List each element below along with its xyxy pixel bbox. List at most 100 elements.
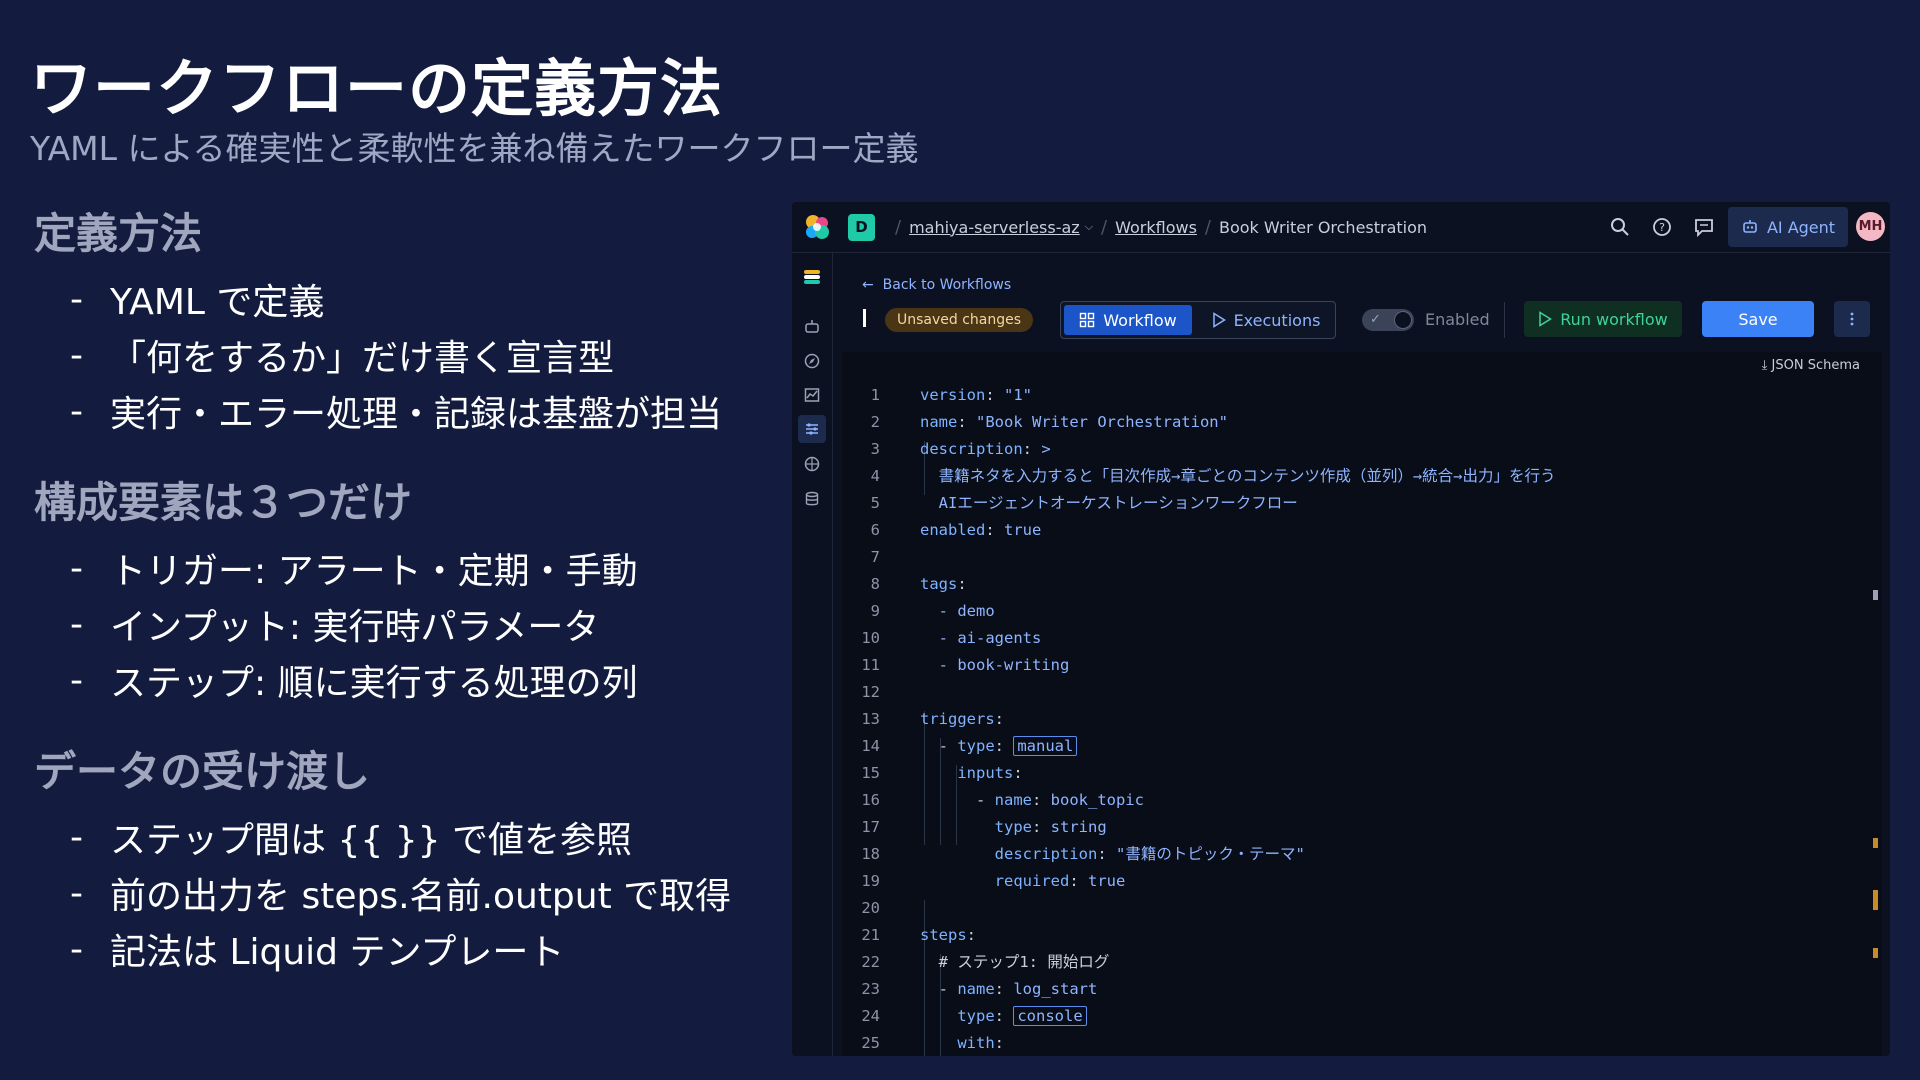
- tab-executions[interactable]: Executions: [1201, 305, 1331, 335]
- svg-text:?: ?: [1659, 221, 1665, 234]
- workflow-editor-window: D / mahiya-serverless-az ⌵ / Workflows /…: [792, 202, 1890, 1056]
- code-line[interactable]: 14 - type: manual: [842, 733, 1852, 760]
- line-number: 5: [870, 494, 880, 512]
- bullet-item: - トリガー: アラート・定期・手動: [34, 540, 774, 596]
- section-heading: データの受け渡し: [34, 747, 371, 796]
- arrow-left-icon: ←: [862, 277, 874, 293]
- code-line[interactable]: 15 inputs:: [842, 760, 1852, 787]
- user-avatar[interactable]: MH: [1856, 212, 1885, 241]
- nav-agents-icon[interactable]: [798, 313, 826, 341]
- breadcrumb-workflows[interactable]: Workflows: [1115, 218, 1197, 237]
- bullet-item: - 前の出力を steps.名前.output で取得: [34, 865, 774, 921]
- ai-agent-button[interactable]: AI Agent: [1728, 207, 1848, 247]
- line-number: 6: [870, 521, 880, 539]
- line-content: - demo: [920, 602, 995, 620]
- line-number: 18: [861, 845, 880, 863]
- code-line[interactable]: 7: [842, 544, 1852, 571]
- nav-dashboards-icon[interactable]: [798, 381, 826, 409]
- code-line[interactable]: 18 description: "書籍のトピック・テーマ": [842, 841, 1852, 868]
- section-heading: 定義方法: [34, 209, 203, 258]
- chat-icon[interactable]: [1693, 216, 1715, 238]
- bullet-item: - 「何をするか」だけ書く宣言型: [34, 327, 774, 383]
- slide-subtitle: YAML による確実性と柔軟性を兼ね備えたワークフロー定義: [30, 129, 919, 168]
- code-line[interactable]: 23 - name: log_start: [842, 976, 1852, 1003]
- line-content: - name: log_start: [920, 980, 1098, 998]
- code-line[interactable]: 17 type: string: [842, 814, 1852, 841]
- line-content: type: string: [994, 818, 1107, 836]
- code-line[interactable]: 12: [842, 679, 1852, 706]
- tab-workflow[interactable]: Workflow: [1064, 305, 1192, 335]
- save-button[interactable]: Save: [1702, 301, 1814, 337]
- line-number: 10: [861, 629, 880, 647]
- warning-marker: [1873, 948, 1878, 958]
- code-line[interactable]: 10 - ai-agents: [842, 625, 1852, 652]
- back-to-workflows-link[interactable]: ← Back to Workflows: [862, 277, 1011, 293]
- bullet-text: YAML で定義: [110, 282, 325, 323]
- bullet-dash: -: [70, 659, 83, 701]
- code-line[interactable]: 5 AIエージェントオーケストレーションワークフロー: [842, 490, 1852, 517]
- download-icon: ⤓: [1761, 358, 1768, 373]
- bullet-text: インプット: 実行時パラメータ: [110, 607, 600, 648]
- json-schema-link[interactable]: ⤓ JSON Schema: [1762, 358, 1860, 373]
- bullet-item: - YAML で定義: [34, 271, 774, 327]
- back-label: Back to Workflows: [882, 277, 1012, 293]
- divider: [1504, 302, 1505, 338]
- title-cursor[interactable]: [863, 309, 866, 327]
- breadcrumb-separator: /: [1101, 216, 1108, 238]
- elastic-logo-icon[interactable]: [802, 212, 832, 242]
- code-line[interactable]: 9 - demo: [842, 598, 1852, 625]
- tab-workflow-label: Workflow: [1103, 310, 1177, 330]
- line-content: inputs:: [957, 764, 1023, 782]
- chevron-down-icon[interactable]: ⌵: [1085, 220, 1093, 234]
- code-line[interactable]: 3 description: >: [842, 436, 1852, 463]
- breadcrumb-separator: /: [895, 216, 902, 238]
- nav-database-icon[interactable]: [798, 485, 826, 513]
- nav-stack-icon[interactable]: [798, 263, 826, 291]
- line-content: with:: [957, 1034, 1004, 1052]
- code-line[interactable]: 22 # ステップ1: 開始ログ: [842, 949, 1852, 976]
- nav-discover-icon[interactable]: [798, 347, 826, 375]
- nav-integrations-icon[interactable]: [798, 450, 826, 478]
- nav-workflows-icon[interactable]: [798, 415, 826, 443]
- code-line[interactable]: 20: [842, 895, 1852, 922]
- code-line[interactable]: 25 with:: [842, 1030, 1852, 1056]
- code-line[interactable]: 21 steps:: [842, 922, 1852, 949]
- code-line[interactable]: 6 enabled: true: [842, 517, 1852, 544]
- code-line[interactable]: 2 name: "Book Writer Orchestration": [842, 409, 1852, 436]
- code-line[interactable]: 24 type: console: [842, 1003, 1852, 1030]
- unsaved-changes-badge: Unsaved changes: [885, 308, 1034, 332]
- help-icon[interactable]: ?: [1651, 216, 1673, 238]
- section-data-passing: データの受け渡し - ステップ間は {{ }} で値を参照 - 前の出力を step…: [34, 738, 774, 977]
- line-content: - book-writing: [920, 656, 1070, 674]
- warning-marker: [1873, 890, 1878, 910]
- code-line[interactable]: 1 version: "1": [842, 382, 1852, 409]
- scroll-thumb[interactable]: [1873, 590, 1878, 600]
- line-content: - ai-agents: [920, 629, 1042, 647]
- line-content: steps:: [920, 926, 977, 944]
- run-workflow-button[interactable]: Run workflow: [1524, 301, 1682, 337]
- slide-body: 定義方法 - YAML で定義 - 「何をするか」だけ書く宣言型 - 実行・エラー処理…: [34, 200, 774, 1007]
- breadcrumb-project[interactable]: mahiya-serverless-az: [909, 218, 1080, 237]
- code-line[interactable]: 11 - book-writing: [842, 652, 1852, 679]
- editor-scrollbar[interactable]: [1868, 352, 1882, 1056]
- enabled-toggle[interactable]: ✓: [1362, 309, 1414, 331]
- line-content: version: "1": [920, 386, 1032, 404]
- code-line[interactable]: 13 triggers:: [842, 706, 1852, 733]
- play-icon: [1212, 312, 1226, 328]
- space-badge[interactable]: D: [848, 214, 875, 241]
- section-components: 構成要素は３つだけ - トリガー: アラート・定期・手動 - インプット: 実行時パ…: [34, 469, 774, 708]
- bullet-dash: -: [70, 547, 83, 589]
- code-line[interactable]: 19 required: true: [842, 868, 1852, 895]
- search-icon[interactable]: [1609, 216, 1631, 238]
- bullet-dash: -: [70, 603, 83, 645]
- code-line[interactable]: 4 書籍ネタを入力すると「目次作成→章ごとのコンテンツ作成（並列）→統合→出力」…: [842, 463, 1852, 490]
- yaml-code-editor[interactable]: ⤓ JSON Schema 1 version: "1" 2 name: "Book …: [842, 352, 1882, 1056]
- line-number: 21: [861, 926, 880, 944]
- line-content: required: true: [994, 872, 1126, 890]
- code-line[interactable]: 8 tags:: [842, 571, 1852, 598]
- line-content: tags:: [920, 575, 967, 593]
- code-line[interactable]: 16 - name: book_topic: [842, 787, 1852, 814]
- bullet-text: ステップ間は {{ }} で値を参照: [110, 820, 632, 861]
- line-content: 書籍ネタを入力すると「目次作成→章ごとのコンテンツ作成（並列）→統合→出力」を行…: [920, 467, 1556, 485]
- more-actions-button[interactable]: [1834, 301, 1870, 337]
